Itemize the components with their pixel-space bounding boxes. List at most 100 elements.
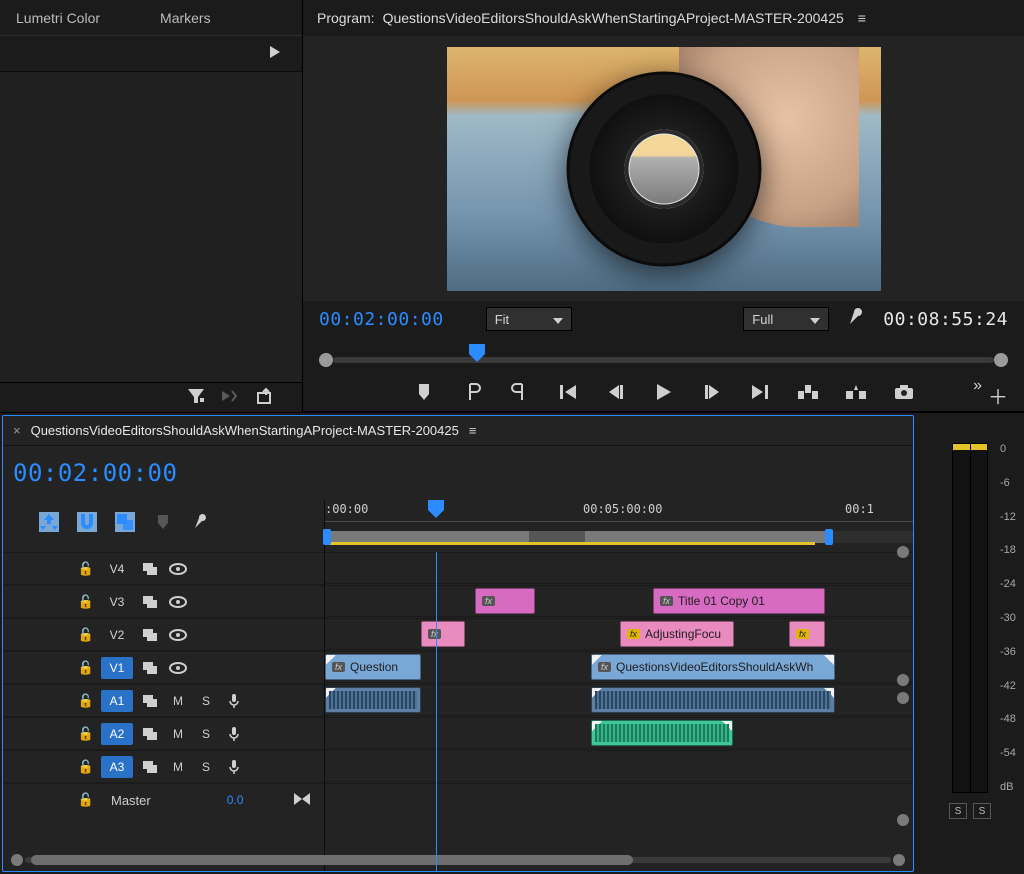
sync-lock-icon[interactable] — [139, 591, 161, 613]
vscroll-handle-bot[interactable] — [897, 814, 909, 826]
voiceover-mic-icon[interactable] — [223, 723, 245, 745]
solo-button[interactable]: S — [195, 756, 217, 778]
vscroll-handle-mid2[interactable] — [897, 692, 909, 704]
video-track-v4[interactable] — [325, 552, 913, 584]
mark-in-icon[interactable] — [461, 381, 483, 403]
export-frame-icon[interactable] — [258, 389, 274, 406]
clip-v1-question[interactable]: fxQuestion — [325, 654, 421, 680]
clip-v2-adjusting[interactable]: fxAdjustingFocu — [620, 621, 734, 647]
go-to-out-icon[interactable] — [749, 381, 771, 403]
program-playhead[interactable] — [469, 344, 485, 362]
lock-icon[interactable]: 🔓 — [77, 693, 95, 709]
step-back-icon[interactable] — [605, 381, 627, 403]
clip-v3-a[interactable]: fx — [475, 588, 535, 614]
clip-a2-a[interactable]: fx — [591, 720, 733, 746]
voiceover-mic-icon[interactable] — [223, 690, 245, 712]
sync-lock-icon[interactable] — [139, 690, 161, 712]
button-editor-plus-icon[interactable]: ＋ — [988, 381, 1008, 410]
clip-v1-long[interactable]: fxQuestionsVideoEditorsShouldAskWh — [591, 654, 835, 680]
mute-button[interactable]: M — [167, 756, 189, 778]
work-area-bar[interactable] — [325, 522, 913, 552]
lock-icon[interactable]: 🔓 — [77, 561, 95, 577]
disclosure-toggle-icon[interactable] — [270, 46, 280, 61]
step-forward-icon[interactable] — [701, 381, 723, 403]
lock-icon[interactable]: 🔓 — [77, 627, 95, 643]
timeline-current-timecode[interactable]: 00:02:00:00 — [13, 459, 177, 487]
lock-icon[interactable]: 🔓 — [77, 594, 95, 610]
add-marker-icon[interactable] — [413, 381, 435, 403]
timeline-menu-icon[interactable]: ≡ — [469, 423, 477, 438]
auto-play-icon[interactable] — [222, 389, 240, 406]
track-target-a1[interactable]: A1 — [101, 690, 133, 712]
solo-button[interactable]: S — [195, 723, 217, 745]
clip-a1-a[interactable]: fx — [325, 687, 421, 713]
transport-overflow-icon[interactable]: » — [973, 377, 982, 395]
timeline-playhead-marker[interactable] — [428, 500, 444, 518]
timeline-playhead-line[interactable] — [436, 552, 437, 871]
audio-track-a3[interactable] — [325, 750, 913, 782]
audio-track-a2[interactable]: fx — [325, 717, 913, 749]
play-icon[interactable] — [653, 381, 675, 403]
lock-icon[interactable]: 🔓 — [77, 726, 95, 742]
clip-v2-a[interactable]: fx — [421, 621, 465, 647]
timeline-sequence-title[interactable]: QuestionsVideoEditorsShouldAskWhenStarti… — [31, 423, 459, 438]
solo-button[interactable]: S — [195, 690, 217, 712]
video-track-v2[interactable]: fx fxAdjustingFocu fx — [325, 618, 913, 650]
tab-lumetri-color[interactable]: Lumetri Color — [16, 10, 100, 26]
track-target-v3[interactable]: V3 — [101, 591, 133, 613]
lock-icon[interactable]: 🔓 — [77, 660, 95, 676]
voiceover-mic-icon[interactable] — [223, 756, 245, 778]
toggle-track-output-icon[interactable] — [167, 558, 189, 580]
db-scale: 0-6-12-18-24-30-36-42-48-54dB — [1000, 443, 1016, 793]
zoom-fit-dropdown[interactable]: Fit — [486, 307, 572, 331]
master-output-icon[interactable] — [294, 793, 310, 808]
video-track-v1[interactable]: fxQuestion fxQuestionsVideoEditorsShould… — [325, 651, 913, 683]
toggle-track-output-icon[interactable] — [167, 591, 189, 613]
track-target-v2[interactable]: V2 — [101, 624, 133, 646]
meter-solo-left[interactable]: S — [949, 803, 967, 819]
program-menu-icon[interactable]: ≡ — [858, 10, 866, 26]
lock-icon[interactable]: 🔓 — [77, 792, 95, 808]
go-to-in-icon[interactable] — [557, 381, 579, 403]
clip-a1-b[interactable]: fx — [591, 687, 835, 713]
track-target-v4[interactable]: V4 — [101, 558, 133, 580]
vscroll-handle-mid1[interactable] — [897, 674, 909, 686]
clip-v3-title[interactable]: fxTitle 01 Copy 01 — [653, 588, 825, 614]
meter-solo-right[interactable]: S — [973, 803, 991, 819]
track-target-a2[interactable]: A2 — [101, 723, 133, 745]
video-track-v3[interactable]: fx fxTitle 01 Copy 01 — [325, 585, 913, 617]
time-ruler[interactable]: :00:00 00:05:00:00 00:1 — [325, 500, 913, 522]
program-current-timecode[interactable]: 00:02:00:00 — [319, 309, 444, 330]
audio-track-a1[interactable]: fx fx — [325, 684, 913, 716]
track-target-v1[interactable]: V1 — [101, 657, 133, 679]
extract-icon[interactable] — [845, 381, 867, 403]
clip-v2-b[interactable]: fx — [789, 621, 825, 647]
toggle-track-output-icon[interactable] — [167, 624, 189, 646]
master-track-lane[interactable] — [325, 783, 913, 815]
mute-button[interactable]: M — [167, 723, 189, 745]
sync-lock-icon[interactable] — [139, 624, 161, 646]
resolution-dropdown[interactable]: Full — [743, 307, 829, 331]
lock-icon[interactable]: 🔓 — [77, 759, 95, 775]
lift-icon[interactable] — [797, 381, 819, 403]
sync-lock-icon[interactable] — [139, 723, 161, 745]
sync-lock-icon[interactable] — [139, 558, 161, 580]
timeline-horizontal-scrollbar[interactable] — [11, 855, 905, 865]
filter-bin-icon[interactable] — [188, 389, 204, 406]
export-frame-camera-icon[interactable] — [893, 381, 915, 403]
program-duration-timecode: 00:08:55:24 — [883, 309, 1008, 330]
vscroll-handle-top[interactable] — [897, 546, 909, 558]
settings-wrench-icon[interactable] — [847, 309, 865, 330]
program-viewer[interactable] — [447, 47, 881, 291]
sync-lock-icon[interactable] — [139, 756, 161, 778]
mark-out-icon[interactable] — [509, 381, 531, 403]
track-header-a1: 🔓 A1 MS — [3, 684, 324, 717]
track-target-a3[interactable]: A3 — [101, 756, 133, 778]
tab-markers[interactable]: Markers — [160, 10, 211, 26]
program-scrub-bar[interactable] — [319, 341, 1008, 371]
mute-button[interactable]: M — [167, 690, 189, 712]
close-panel-icon[interactable]: × — [13, 423, 21, 438]
master-fader-value[interactable]: 0.0 — [227, 793, 244, 807]
toggle-track-output-icon[interactable] — [167, 657, 189, 679]
sync-lock-icon[interactable] — [139, 657, 161, 679]
